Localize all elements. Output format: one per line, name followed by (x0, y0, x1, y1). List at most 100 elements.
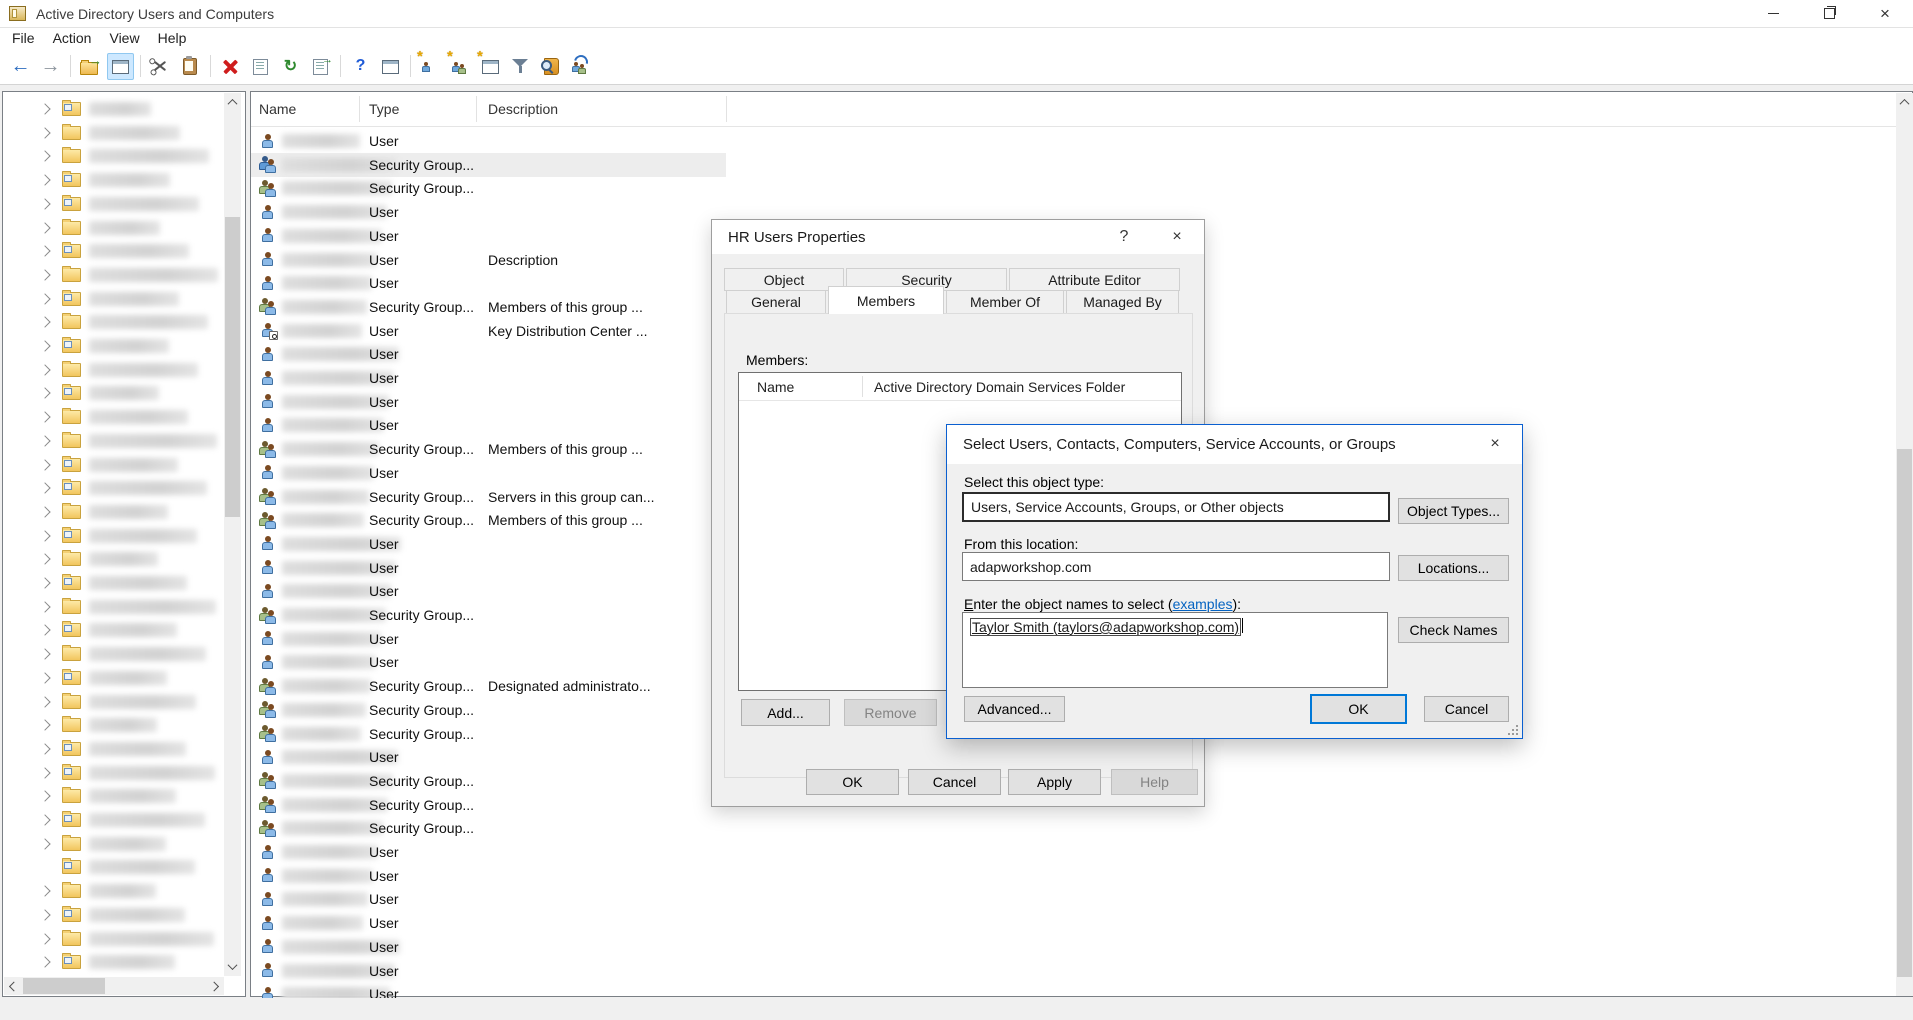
tab-members[interactable]: Members (828, 286, 944, 314)
tab-general[interactable]: General (726, 290, 826, 314)
expand-chevron-icon[interactable] (39, 767, 50, 778)
menu-file[interactable]: File (12, 30, 44, 46)
help-icon[interactable]: ? (347, 53, 374, 80)
tree-item[interactable] (3, 808, 221, 832)
tree-item[interactable] (3, 903, 221, 927)
tree-item[interactable] (3, 358, 221, 382)
object-row[interactable]: Security Group... (251, 153, 726, 177)
object-row[interactable]: Security Group...Members of this group .… (251, 437, 726, 461)
column-header-type[interactable]: Type (369, 101, 399, 117)
object-row[interactable]: User (251, 461, 726, 485)
new-ou-icon[interactable]: * (477, 53, 504, 80)
select-ok-button[interactable]: OK (1310, 694, 1407, 724)
object-row[interactable]: UserDescription (251, 248, 726, 272)
close-button[interactable]: × (1857, 0, 1913, 27)
object-row[interactable]: User (251, 745, 726, 769)
tree-item[interactable] (3, 121, 221, 145)
object-row[interactable]: Security Group... (251, 816, 726, 840)
object-row[interactable]: Security Group...Members of this group .… (251, 508, 726, 532)
expand-chevron-icon[interactable] (39, 340, 50, 351)
menu-action[interactable]: Action (44, 30, 101, 46)
select-cancel-button[interactable]: Cancel (1424, 696, 1509, 722)
tree-scroll-left-icon[interactable] (4, 977, 21, 995)
object-row[interactable]: User (251, 532, 726, 556)
object-row[interactable]: User (251, 650, 726, 674)
tree-horizontal-scrollbar[interactable] (4, 977, 224, 995)
expand-chevron-icon[interactable] (39, 151, 50, 162)
object-row[interactable]: User (251, 556, 726, 580)
tree-vscroll-thumb[interactable] (225, 217, 240, 517)
expand-chevron-icon[interactable] (39, 957, 50, 968)
dialog-help-icon[interactable]: ? (1109, 228, 1139, 246)
object-row[interactable]: User (251, 390, 726, 414)
expand-chevron-icon[interactable] (39, 601, 50, 612)
tree-item[interactable] (3, 713, 221, 737)
tree-item[interactable] (3, 168, 221, 192)
object-row[interactable]: User (251, 935, 726, 959)
expand-chevron-icon[interactable] (39, 672, 50, 683)
expand-chevron-icon[interactable] (39, 483, 50, 494)
column-header-name[interactable]: Name (259, 101, 296, 117)
tree-item[interactable] (3, 547, 221, 571)
tree-item[interactable] (3, 927, 221, 951)
expand-chevron-icon[interactable] (39, 554, 50, 565)
object-row[interactable]: User (251, 366, 726, 390)
object-row[interactable]: User (251, 129, 726, 153)
expand-chevron-icon[interactable] (39, 459, 50, 470)
tree-scroll-right-icon[interactable] (207, 977, 224, 995)
tree-item[interactable] (3, 239, 221, 263)
cut-icon[interactable] (147, 53, 174, 80)
tree-item[interactable] (3, 500, 221, 524)
tree-vertical-scrollbar[interactable] (224, 93, 241, 976)
tree-item[interactable] (3, 784, 221, 808)
tree-item[interactable] (3, 642, 221, 666)
expand-chevron-icon[interactable] (39, 696, 50, 707)
tree-item[interactable] (3, 334, 221, 358)
tree-item[interactable] (3, 453, 221, 477)
object-row[interactable]: Security Group... (251, 769, 726, 793)
tree-item[interactable] (3, 595, 221, 619)
object-row[interactable]: User (251, 627, 726, 651)
object-row[interactable]: Security Group...Designated administrato… (251, 674, 726, 698)
expand-chevron-icon[interactable] (39, 246, 50, 257)
object-row[interactable]: User (251, 413, 726, 437)
object-row[interactable]: User (251, 959, 726, 983)
expand-chevron-icon[interactable] (39, 269, 50, 280)
expand-chevron-icon[interactable] (39, 174, 50, 185)
expand-chevron-icon[interactable] (39, 127, 50, 138)
tree-item[interactable] (3, 524, 221, 548)
tree-item[interactable] (3, 618, 221, 642)
expand-chevron-icon[interactable] (39, 791, 50, 802)
object-row[interactable]: User (251, 840, 726, 864)
expand-chevron-icon[interactable] (39, 198, 50, 209)
filter-icon[interactable] (507, 53, 534, 80)
object-row[interactable]: Security Group... (251, 722, 726, 746)
object-type-field[interactable]: Users, Service Accounts, Groups, or Othe… (962, 492, 1390, 522)
object-row[interactable]: User (251, 911, 726, 935)
object-names-field[interactable]: Taylor Smith (taylors@adapworkshop.com) (962, 612, 1388, 688)
tab-object[interactable]: Object (724, 268, 844, 291)
object-row[interactable]: Security Group... (251, 793, 726, 817)
object-row[interactable]: Security Group...Servers in this group c… (251, 485, 726, 509)
properties-icon[interactable] (247, 53, 274, 80)
tab-managed-by[interactable]: Managed By (1066, 290, 1179, 314)
tree-item[interactable] (3, 310, 221, 334)
expand-chevron-icon[interactable] (39, 364, 50, 375)
tab-attribute-editor[interactable]: Attribute Editor (1009, 268, 1180, 291)
object-row[interactable]: User (251, 200, 726, 224)
expand-chevron-icon[interactable] (39, 530, 50, 541)
expand-chevron-icon[interactable] (39, 625, 50, 636)
column-header-description[interactable]: Description (488, 101, 558, 117)
properties-help-button[interactable]: Help (1111, 769, 1198, 795)
tree-scroll-down-icon[interactable] (224, 957, 241, 976)
tab-member-of[interactable]: Member Of (946, 290, 1064, 314)
locations-button[interactable]: Locations... (1398, 555, 1509, 581)
object-row[interactable]: Security Group...Members of this group .… (251, 295, 726, 319)
add-button[interactable]: Add... (741, 699, 830, 726)
object-types-button[interactable]: Object Types... (1398, 498, 1509, 524)
tree-item[interactable] (3, 832, 221, 856)
tree-item[interactable] (3, 476, 221, 500)
tree-item[interactable] (3, 879, 221, 903)
expand-chevron-icon[interactable] (39, 293, 50, 304)
expand-chevron-icon[interactable] (39, 720, 50, 731)
